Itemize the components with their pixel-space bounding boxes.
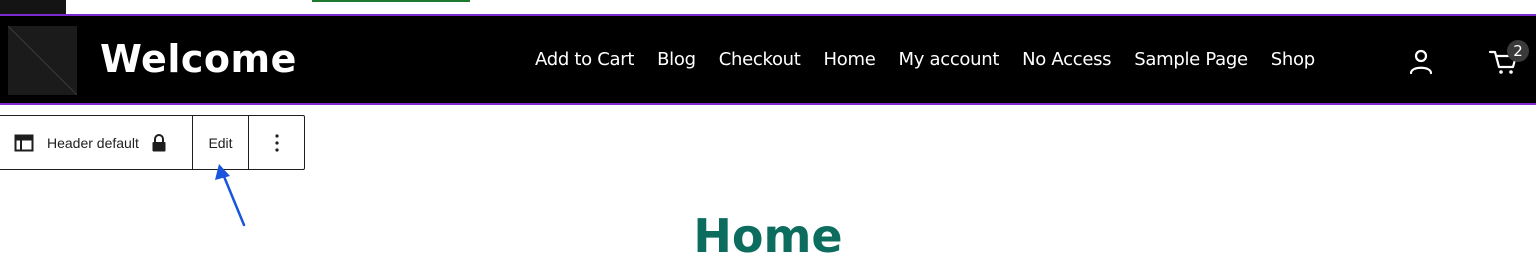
layout-icon xyxy=(14,134,34,151)
top-green-bar xyxy=(312,0,470,2)
more-vertical-icon xyxy=(274,133,279,152)
site-title[interactable]: Welcome xyxy=(100,36,297,82)
logo-placeholder-icon xyxy=(8,26,77,95)
cart-count-badge: 2 xyxy=(1507,40,1529,62)
lock-icon xyxy=(152,133,166,151)
nav-item-checkout[interactable]: Checkout xyxy=(719,48,801,72)
site-header: Welcome Add to Cart Blog Checkout Home M… xyxy=(0,14,1536,105)
nav-item-blog[interactable]: Blog xyxy=(657,48,696,72)
nav-item-no-access[interactable]: No Access xyxy=(1022,48,1111,72)
template-part-selector[interactable]: Header default xyxy=(0,116,193,169)
nav-item-home[interactable]: Home xyxy=(824,48,876,72)
nav-item-my-account[interactable]: My account xyxy=(899,48,1000,72)
nav-item-sample-page[interactable]: Sample Page xyxy=(1134,48,1248,72)
page-title: Home xyxy=(693,209,843,263)
site-logo[interactable] xyxy=(8,26,77,95)
top-strip xyxy=(0,0,1536,14)
template-part-label: Header default xyxy=(47,134,139,151)
top-thumbnail xyxy=(0,0,66,14)
nav-item-add-to-cart[interactable]: Add to Cart xyxy=(535,48,634,72)
main-navigation: Add to Cart Blog Checkout Home My accoun… xyxy=(535,48,1315,72)
nav-item-shop[interactable]: Shop xyxy=(1271,48,1315,72)
user-icon[interactable] xyxy=(1405,46,1437,78)
